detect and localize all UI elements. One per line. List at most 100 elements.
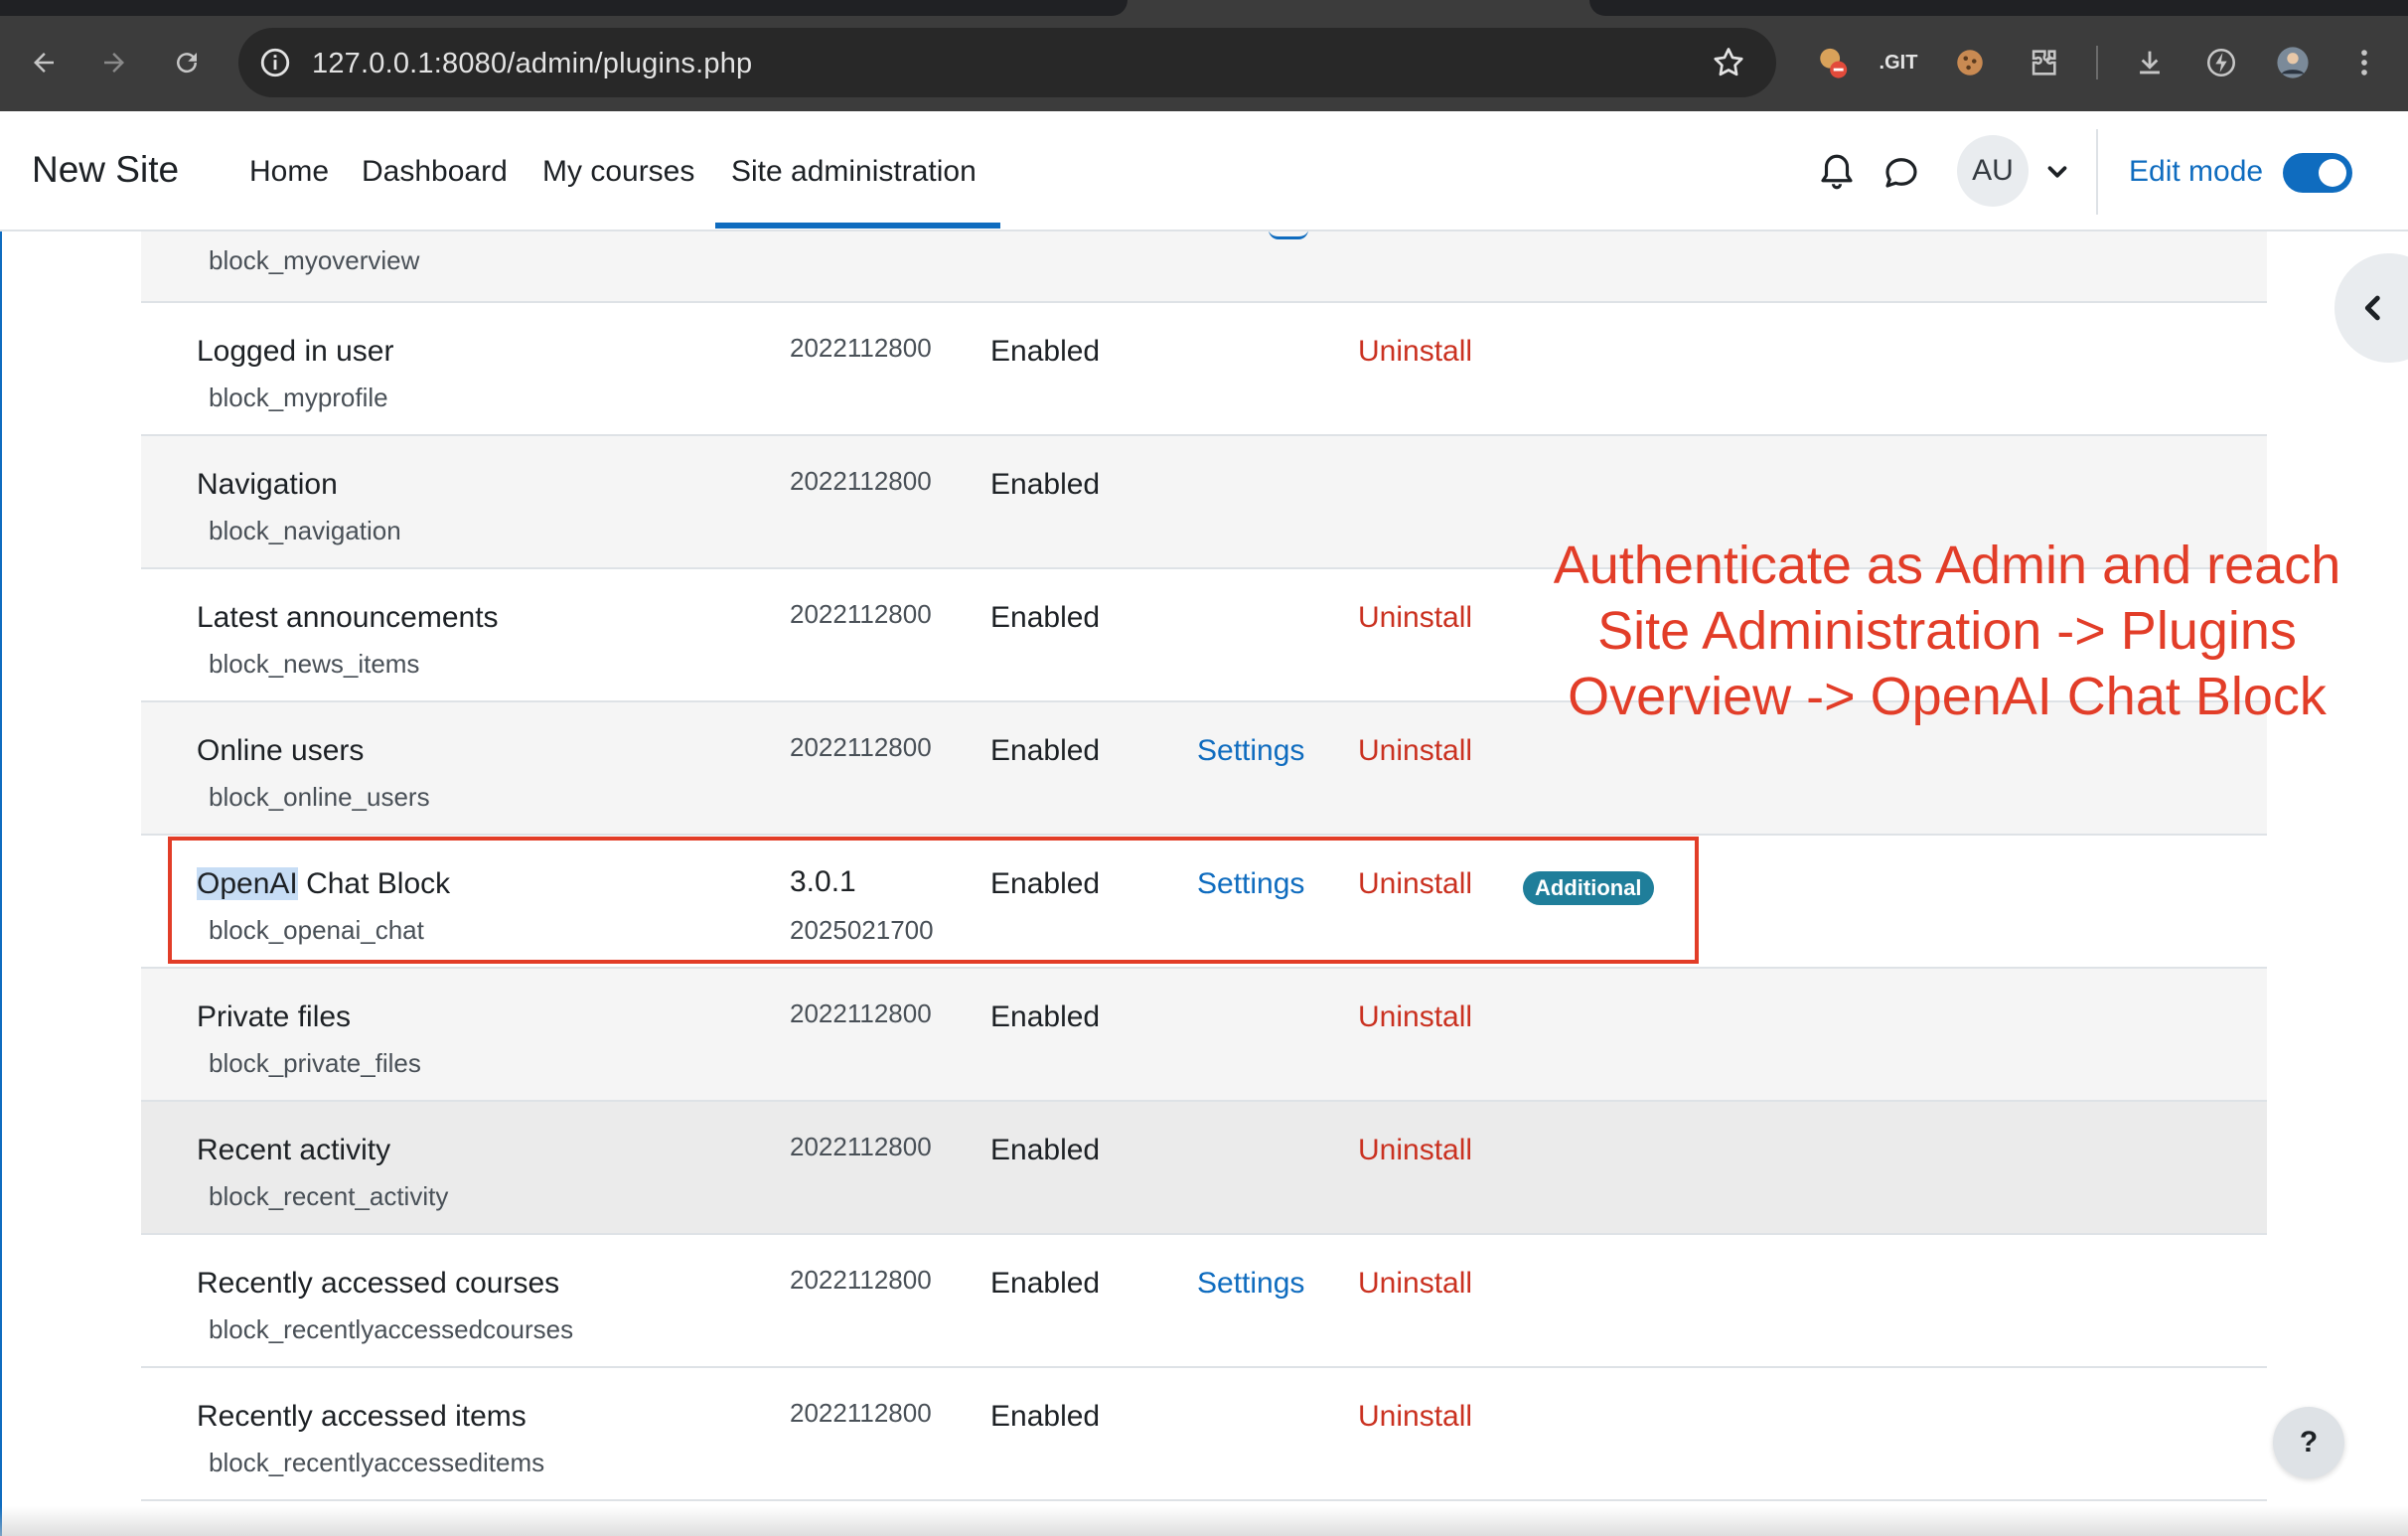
- main-content: block_myoverview Logged in user block_my…: [0, 231, 2408, 1536]
- address-bar[interactable]: 127.0.0.1:8080/admin/plugins.php: [238, 28, 1776, 97]
- uninstall-link[interactable]: Uninstall: [1358, 1400, 1472, 1434]
- plugin-name: Recent activity: [197, 1134, 391, 1166]
- nav-home[interactable]: Home: [249, 155, 329, 189]
- notifications-bell-icon[interactable]: [1816, 151, 1858, 193]
- plugin-component: block_private_files: [209, 1048, 421, 1078]
- table-row: Recently accessed items block_recentlyac…: [141, 1368, 2267, 1501]
- plugin-status: Enabled: [990, 1134, 1101, 1166]
- plugin-version: 2022112800: [790, 1132, 932, 1161]
- table-row: Logged in user block_myprofile 202211280…: [141, 303, 2267, 436]
- settings-link[interactable]: Settings: [1197, 734, 1304, 768]
- plugin-status: Enabled: [990, 1400, 1101, 1433]
- table-row: Private files block_private_files 202211…: [141, 969, 2267, 1102]
- plugin-component: block_navigation: [209, 516, 401, 545]
- reload-icon: [177, 53, 198, 74]
- plugin-status: Enabled: [990, 335, 1101, 368]
- profile-avatar[interactable]: [2270, 40, 2316, 85]
- plugin-component: block_myprofile: [209, 383, 388, 412]
- plugin-component: block_news_items: [209, 649, 420, 679]
- annotation-line: Site Administration -> Plugins: [1597, 601, 2297, 661]
- plugin-version: 2022112800: [790, 466, 932, 496]
- plugin-version: 2022112800: [790, 599, 932, 629]
- edit-mode-label[interactable]: Edit mode: [2129, 155, 2263, 189]
- plugin-component: block_recentlyaccesseditems: [209, 1448, 545, 1477]
- toggle-knob: [2319, 159, 2346, 187]
- plugin-name: Navigation: [197, 468, 338, 501]
- plugin-name: Recently accessed items: [197, 1400, 527, 1433]
- page-left-border: [0, 231, 2, 1536]
- puzzle-icon: [2032, 50, 2056, 76]
- plugin-status: Enabled: [990, 734, 1101, 767]
- navbar-divider: [2096, 129, 2098, 215]
- table-row: block_myoverview: [141, 231, 2267, 303]
- annotation-text: Authenticate as Admin and reach Site Adm…: [1530, 533, 2364, 729]
- arrow-right-icon: [104, 53, 124, 73]
- plugin-component: block_online_users: [209, 782, 430, 812]
- plugin-name: Online users: [197, 734, 365, 767]
- plugin-name: Private files: [197, 1000, 352, 1033]
- bottom-shadow: [0, 1506, 2408, 1536]
- downloads-button[interactable]: [2127, 40, 2173, 85]
- plugin-status: Enabled: [990, 1000, 1101, 1033]
- uninstall-link[interactable]: Uninstall: [1358, 1267, 1472, 1301]
- chevron-left-icon: [2364, 295, 2380, 321]
- reload-button[interactable]: [162, 38, 212, 87]
- git-extension-icon[interactable]: .GIT: [1876, 40, 1921, 85]
- annotation-highlight-box: [168, 837, 1699, 964]
- plugin-status: Enabled: [990, 468, 1101, 501]
- plugin-status: Enabled: [990, 1267, 1101, 1300]
- plugin-version: 2022112800: [790, 1398, 932, 1428]
- cookie-icon: [1957, 50, 1983, 76]
- plugin-name: Logged in user: [197, 335, 394, 368]
- browser-menu-button[interactable]: [2341, 40, 2387, 85]
- edit-mode-toggle[interactable]: [2283, 153, 2352, 193]
- performance-button[interactable]: [2198, 40, 2244, 85]
- active-nav-indicator: [715, 223, 1000, 229]
- table-row: Recently accessed courses block_recently…: [141, 1235, 2267, 1368]
- kebab-menu-icon: [2361, 50, 2367, 76]
- nav-site-administration[interactable]: Site administration: [731, 155, 977, 189]
- partial-link-underline: [1269, 231, 1308, 239]
- chevron-down-icon[interactable]: [2042, 157, 2072, 187]
- extension-blocker-icon: [1820, 48, 1848, 78]
- plugin-version: 2022112800: [790, 998, 932, 1028]
- forward-button[interactable]: [89, 38, 139, 87]
- download-icon: [2140, 51, 2160, 75]
- messages-chat-icon[interactable]: [1881, 151, 1922, 193]
- toolbar-divider: [2096, 46, 2098, 79]
- nav-dashboard[interactable]: Dashboard: [362, 155, 508, 189]
- tab-strip: [0, 0, 1128, 16]
- uninstall-link[interactable]: Uninstall: [1358, 601, 1472, 635]
- site-brand[interactable]: New Site: [32, 149, 179, 191]
- plugin-name: Latest announcements: [197, 601, 499, 634]
- uninstall-link[interactable]: Uninstall: [1358, 1000, 1472, 1034]
- uninstall-link[interactable]: Uninstall: [1358, 335, 1472, 369]
- back-button[interactable]: [19, 38, 69, 87]
- plugin-component: block_myoverview: [209, 245, 420, 275]
- user-avatar[interactable]: AU: [1957, 135, 2029, 207]
- uninstall-link[interactable]: Uninstall: [1358, 1134, 1472, 1167]
- settings-link[interactable]: Settings: [1197, 1267, 1304, 1301]
- plugin-status: Enabled: [990, 601, 1101, 634]
- tab-strip: [1589, 0, 2408, 16]
- plugin-component: block_recent_activity: [209, 1181, 449, 1211]
- profile-picture-icon: [2277, 47, 2309, 78]
- table-row: Recent activity block_recent_activity 20…: [141, 1102, 2267, 1235]
- url-text[interactable]: 127.0.0.1:8080/admin/plugins.php: [312, 48, 752, 80]
- extension-icon[interactable]: [1810, 40, 1856, 85]
- uninstall-link[interactable]: Uninstall: [1358, 734, 1472, 768]
- plugin-component: block_recentlyaccessedcourses: [209, 1314, 574, 1344]
- lightning-icon: [2206, 48, 2236, 77]
- nav-my-courses[interactable]: My courses: [542, 155, 694, 189]
- site-navbar: New Site Home Dashboard My courses Site …: [0, 111, 2408, 231]
- extensions-button[interactable]: [2021, 40, 2066, 85]
- cookie-extension-icon[interactable]: [1947, 40, 1993, 85]
- open-drawer-button[interactable]: [2334, 253, 2408, 363]
- plugin-name: Recently accessed courses: [197, 1267, 560, 1300]
- help-button[interactable]: ?: [2273, 1407, 2344, 1478]
- info-icon[interactable]: [258, 46, 292, 79]
- plugin-version: 2022112800: [790, 333, 932, 363]
- plugin-version: 2022112800: [790, 732, 932, 762]
- bookmark-star-icon[interactable]: [1711, 45, 1746, 80]
- arrow-left-icon: [34, 53, 54, 73]
